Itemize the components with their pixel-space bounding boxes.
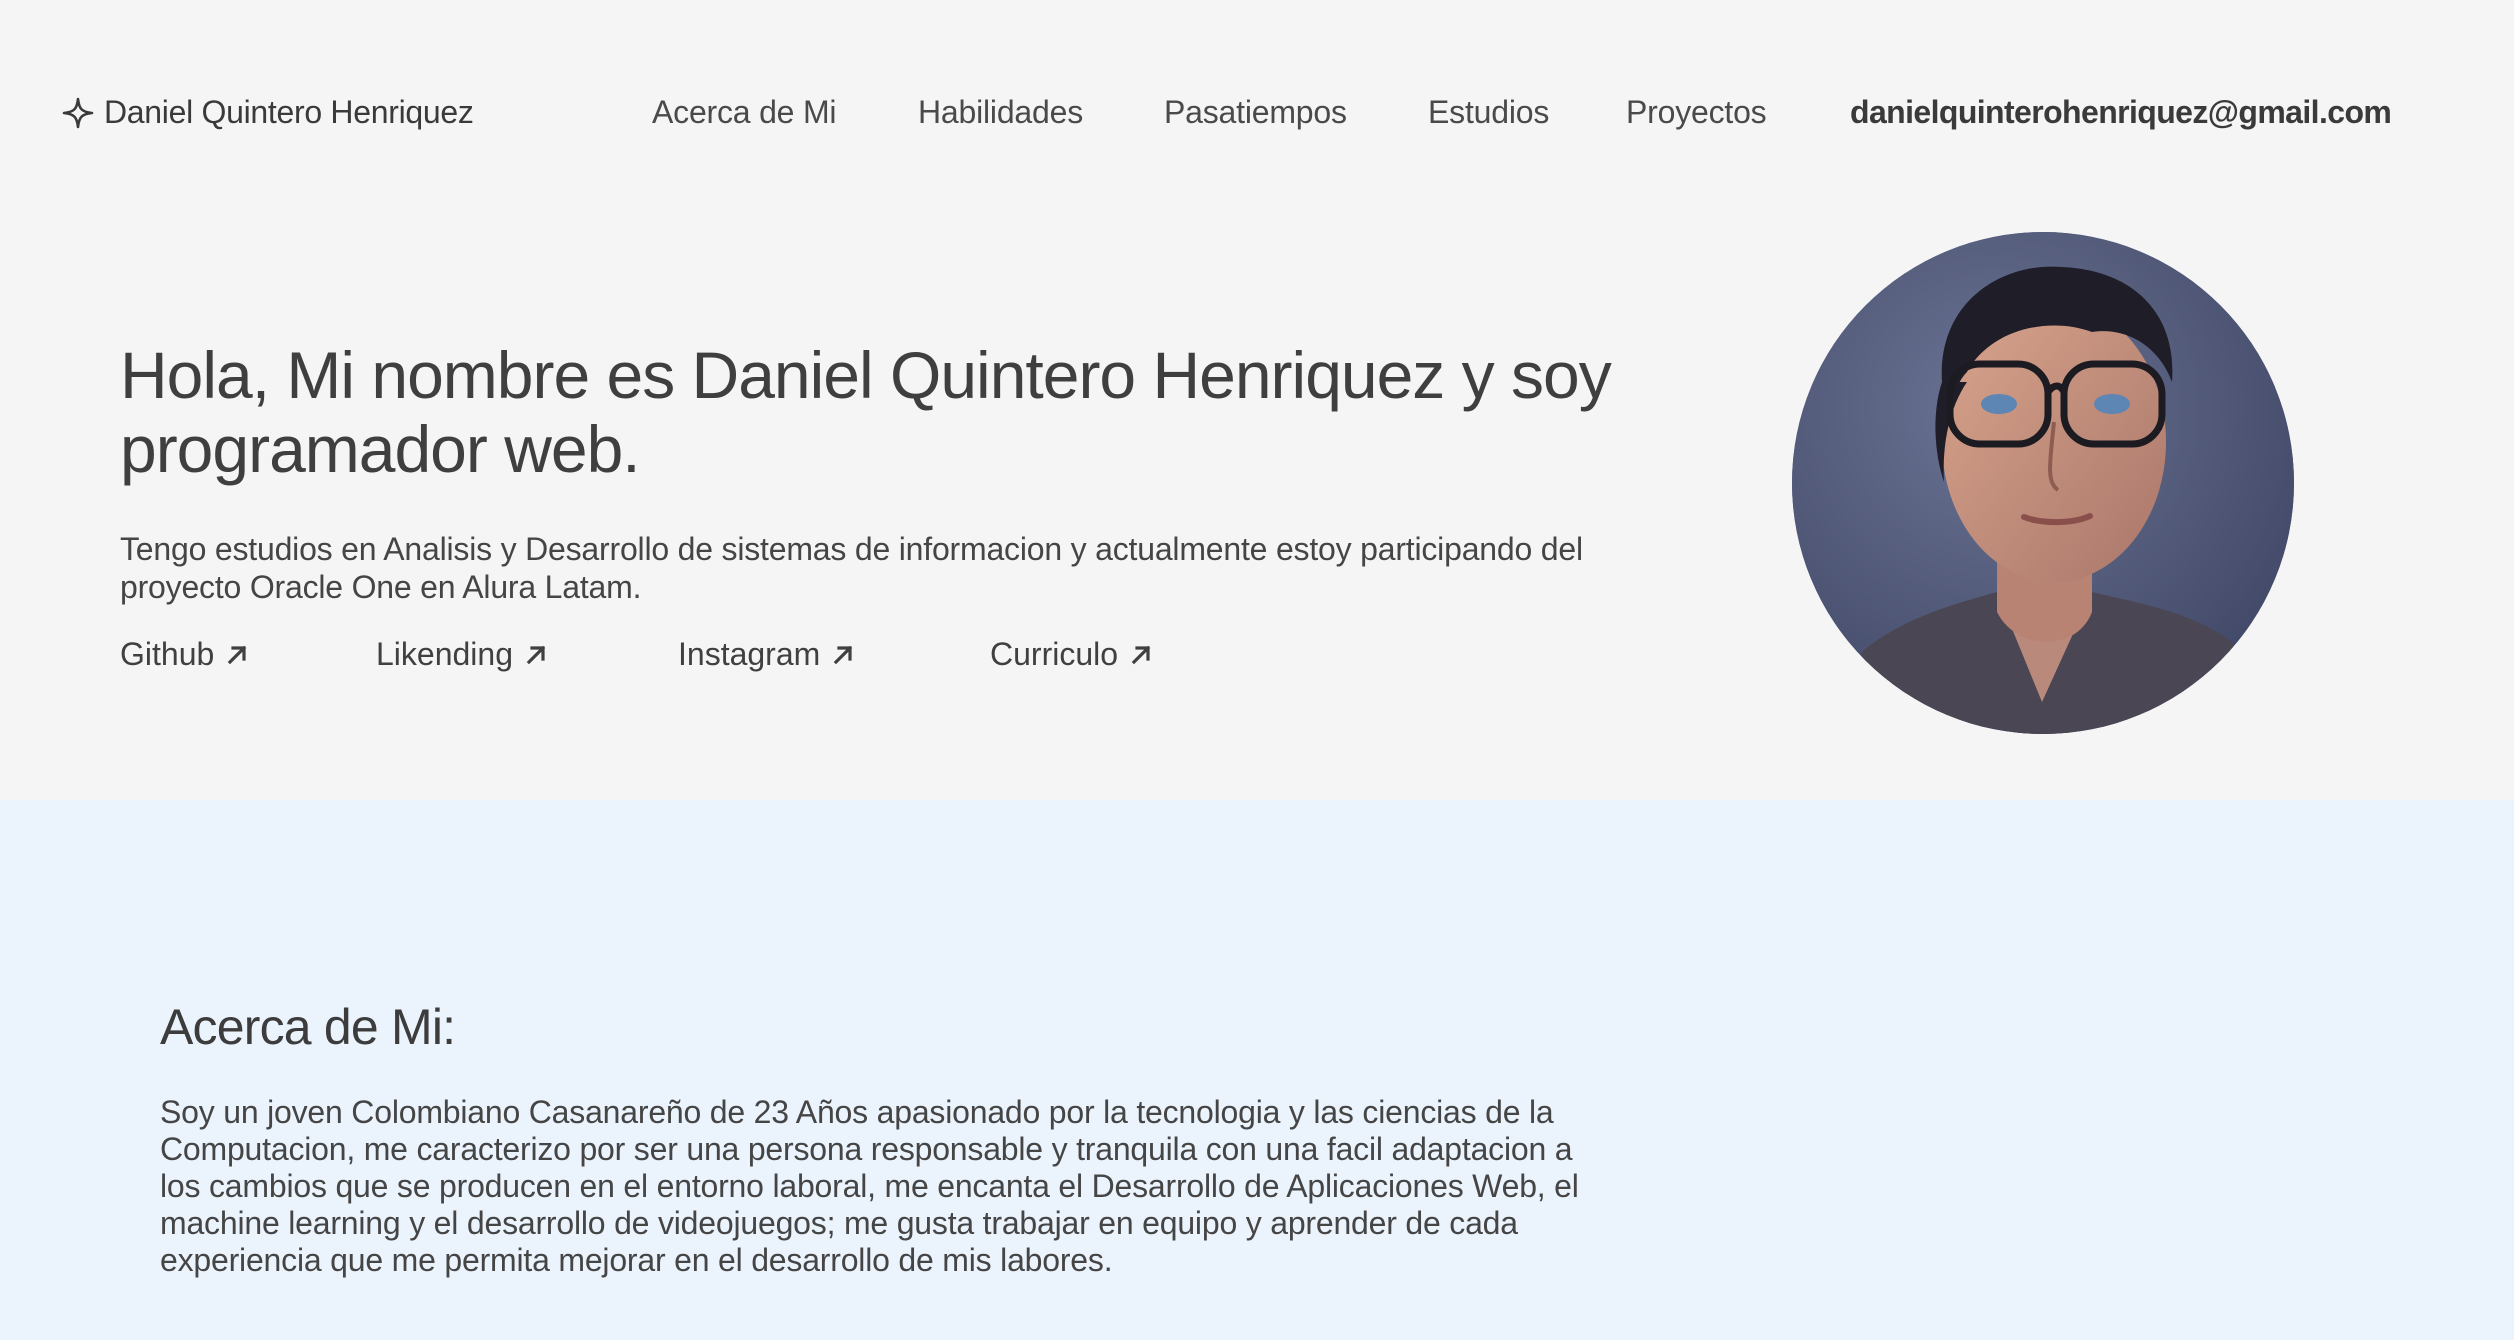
brand[interactable]: Daniel Quintero Henriquez xyxy=(62,94,474,131)
nav-link-estudios[interactable]: Estudios xyxy=(1428,94,1549,131)
curriculo-link[interactable]: Curriculo xyxy=(990,636,1156,673)
likending-link-label: Likending xyxy=(376,636,513,672)
likending-link[interactable]: Likending xyxy=(376,636,551,673)
brand-name: Daniel Quintero Henriquez xyxy=(104,94,474,130)
curriculo-link-label: Curriculo xyxy=(990,636,1119,672)
github-link[interactable]: Github xyxy=(120,636,252,673)
instagram-link-label: Instagram xyxy=(678,636,821,672)
nav-link-proyectos[interactable]: Proyectos xyxy=(1626,94,1767,131)
arrow-up-right-icon xyxy=(828,640,858,670)
about-title: Acerca de Mi: xyxy=(160,999,456,1055)
arrow-up-right-icon xyxy=(521,640,551,670)
nav-link-acerca[interactable]: Acerca de Mi xyxy=(652,94,837,131)
instagram-link[interactable]: Instagram xyxy=(678,636,858,673)
profile-photo xyxy=(1792,232,2294,734)
email-link[interactable]: danielquinterohenriquez@gmail.com xyxy=(1850,94,2392,131)
github-link-label: Github xyxy=(120,636,215,672)
hero-section: Daniel Quintero Henriquez Acerca de Mi H… xyxy=(0,0,2514,800)
hero-description: Tengo estudios en Analisis y Desarrollo … xyxy=(120,531,1583,605)
hero-title: Hola, Mi nombre es Daniel Quintero Henri… xyxy=(120,338,1612,486)
about-text: Soy un joven Colombiano Casanareño de 23… xyxy=(160,1094,1579,1278)
arrow-up-right-icon xyxy=(222,640,252,670)
arrow-up-right-icon xyxy=(1126,640,1156,670)
nav-link-habilidades[interactable]: Habilidades xyxy=(918,94,1083,131)
sparkle-icon xyxy=(62,97,94,129)
nav-link-pasatiempos[interactable]: Pasatiempos xyxy=(1164,94,1347,131)
